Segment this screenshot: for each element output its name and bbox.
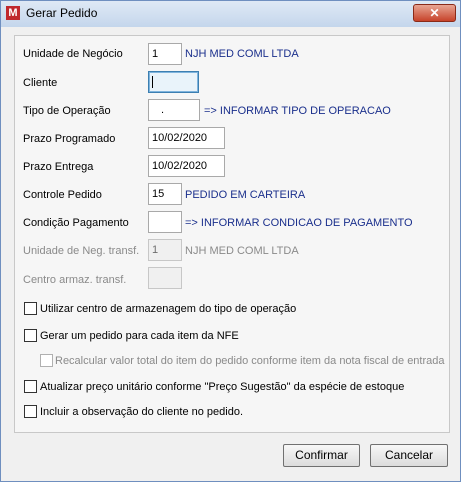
app-logo-icon: M — [6, 6, 20, 20]
delivery-date-label: Prazo Entrega — [23, 161, 94, 173]
include-client-note-label[interactable]: Incluir a observação do cliente no pedid… — [40, 406, 243, 418]
window-title: Gerar Pedido — [26, 6, 98, 20]
gerar-pedido-dialog: M Gerar Pedido ✕ Unidade de Negócio 1 NJ… — [0, 0, 461, 482]
scheduled-date-input[interactable]: 10/02/2020 — [148, 127, 225, 149]
scheduled-date-label: Prazo Programado — [23, 133, 116, 145]
recalculate-total-label: Recalcular valor total do item do pedido… — [55, 355, 445, 367]
delivery-date-input[interactable]: 10/02/2020 — [148, 155, 225, 177]
order-control-description: PEDIDO EM CARTEIRA — [185, 189, 306, 201]
transfer-storage-center-input — [148, 267, 182, 289]
use-storage-center-label[interactable]: Utilizar centro de armazenagem do tipo d… — [40, 303, 296, 315]
transfer-business-unit-input: 1 — [148, 239, 182, 261]
transfer-business-unit-description: NJH MED COML LTDA — [185, 245, 299, 257]
update-unit-price-checkbox[interactable] — [24, 380, 37, 393]
order-per-item-label[interactable]: Gerar um pedido para cada item da NFE — [40, 330, 239, 342]
client-input[interactable] — [148, 71, 199, 93]
transfer-business-unit-label: Unidade de Neg. transf. — [23, 245, 140, 257]
confirm-button[interactable]: Confirmar — [283, 444, 360, 467]
business-unit-label: Unidade de Negócio — [23, 48, 123, 60]
order-control-input[interactable]: 15 — [148, 183, 182, 205]
client-label: Cliente — [23, 77, 58, 89]
form-group-box — [14, 35, 450, 433]
close-button[interactable]: ✕ — [413, 4, 456, 22]
payment-condition-input[interactable] — [148, 211, 182, 233]
payment-condition-label: Condição Pagamento — [23, 217, 129, 229]
operation-type-label: Tipo de Operação — [23, 105, 111, 117]
cancel-button[interactable]: Cancelar — [370, 444, 448, 467]
operation-type-input[interactable]: . — [148, 99, 200, 121]
text-cursor — [152, 76, 153, 88]
payment-condition-description: => INFORMAR CONDICAO DE PAGAMENTO — [185, 217, 413, 229]
recalculate-total-checkbox — [40, 354, 53, 367]
transfer-storage-center-label: Centro armaz. transf. — [23, 274, 127, 286]
update-unit-price-label[interactable]: Atualizar preço unitário conforme "Preço… — [40, 381, 404, 393]
include-client-note-checkbox[interactable] — [24, 405, 37, 418]
use-storage-center-checkbox[interactable] — [24, 302, 37, 315]
operation-type-description: => INFORMAR TIPO DE OPERACAO — [204, 105, 391, 117]
order-per-item-checkbox[interactable] — [24, 329, 37, 342]
order-control-label: Controle Pedido — [23, 189, 102, 201]
business-unit-description: NJH MED COML LTDA — [185, 48, 299, 60]
title-bar[interactable]: M Gerar Pedido ✕ — [1, 1, 460, 27]
business-unit-input[interactable]: 1 — [148, 43, 182, 65]
